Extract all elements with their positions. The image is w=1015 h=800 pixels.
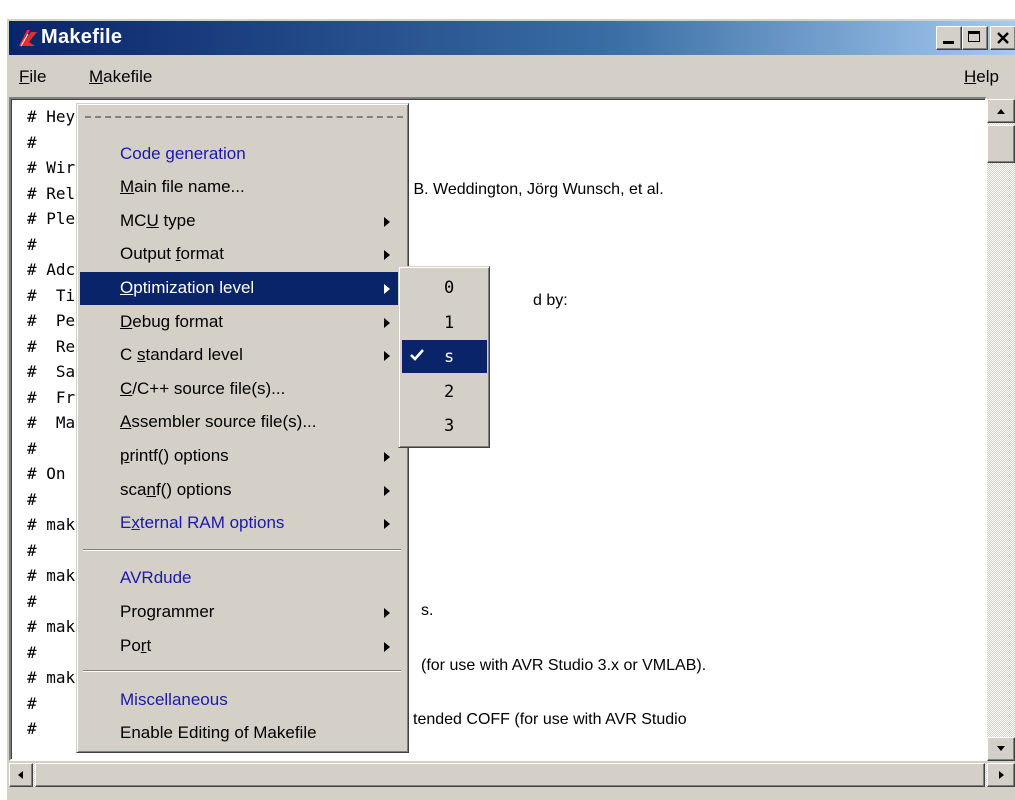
text-line: # bbox=[27, 489, 37, 509]
close-icon bbox=[997, 32, 1009, 44]
text-line: # bbox=[27, 540, 37, 560]
arrow-down-icon bbox=[997, 746, 1005, 751]
optimization-option-0[interactable]: 0 bbox=[402, 271, 487, 304]
menu-header-miscellaneous: Miscellaneous bbox=[120, 690, 228, 709]
scroll-right-button[interactable] bbox=[987, 763, 1015, 787]
menu-item-assembler-source-files[interactable]: Assembler source file(s)... bbox=[80, 406, 405, 439]
optimization-option-3[interactable]: 3 bbox=[402, 409, 487, 442]
vertical-scrollbar[interactable] bbox=[987, 99, 1015, 761]
text-fragment: c B. Weddington, Jörg Wunsch, et al. bbox=[401, 181, 664, 198]
arrow-right-icon bbox=[999, 771, 1004, 779]
menu-makefile[interactable]: Makefile bbox=[89, 67, 152, 87]
text-line: # Sa bbox=[27, 362, 76, 381]
text-line: # Pe bbox=[27, 311, 76, 330]
scroll-left-button[interactable] bbox=[9, 763, 33, 787]
menu-item-optimization-level[interactable]: Optimization level bbox=[80, 272, 405, 305]
text-line: # Wir bbox=[27, 158, 76, 177]
menu-separator bbox=[83, 670, 401, 672]
menu-bar: File Makefile Help bbox=[9, 59, 1015, 93]
text-line: # Ma bbox=[27, 413, 76, 432]
submenu-arrow-icon bbox=[384, 608, 390, 618]
text-line: # bbox=[27, 591, 37, 611]
submenu-arrow-icon bbox=[384, 318, 390, 328]
title-bar[interactable]: Makefile bbox=[9, 21, 1015, 55]
vertical-scroll-thumb[interactable] bbox=[987, 125, 1015, 163]
optimization-option-s[interactable]: s bbox=[402, 340, 487, 373]
text-line: # bbox=[27, 234, 37, 254]
submenu-arrow-icon bbox=[384, 250, 390, 260]
window-bottom-edge bbox=[9, 789, 1015, 800]
maximize-button[interactable] bbox=[962, 26, 988, 50]
text-line: # Re bbox=[27, 336, 76, 356]
makefile-menu: Code generation Main file name... MCU ty… bbox=[76, 103, 409, 753]
text-line: # Rel bbox=[27, 183, 76, 203]
optimization-option-1[interactable]: 1 bbox=[402, 306, 487, 339]
window-title: Makefile bbox=[41, 26, 123, 48]
arrow-left-icon bbox=[18, 771, 23, 779]
submenu-arrow-icon bbox=[384, 217, 390, 227]
menu-tearoff-line[interactable] bbox=[85, 116, 403, 118]
text-line: # Hey bbox=[27, 107, 76, 126]
horizontal-scrollbar[interactable] bbox=[9, 763, 987, 787]
submenu-arrow-icon bbox=[384, 351, 390, 361]
menu-separator bbox=[83, 549, 401, 551]
text-line: # On bbox=[27, 464, 66, 483]
menu-help[interactable]: Help bbox=[964, 67, 999, 87]
menu-item-debug-format[interactable]: Debug format bbox=[80, 306, 405, 339]
text-line: # mak bbox=[27, 617, 76, 636]
tk-feather-icon bbox=[19, 30, 37, 47]
text-fragment: tended COFF (for use with AVR Studio bbox=[413, 711, 687, 728]
menu-item-enable-editing[interactable]: Enable Editing of Makefile bbox=[80, 717, 405, 750]
text-line: # bbox=[27, 132, 37, 152]
text-line: # Ple bbox=[27, 209, 76, 228]
text-line: # bbox=[27, 693, 37, 713]
text-line: # bbox=[27, 642, 37, 662]
text-line: # bbox=[27, 719, 37, 738]
menu-item-output-format[interactable]: Output format bbox=[80, 238, 405, 271]
menu-file[interactable]: File bbox=[19, 67, 46, 87]
text-fragment: s. bbox=[421, 602, 434, 619]
close-button[interactable] bbox=[990, 26, 1015, 50]
checkmark-icon bbox=[410, 349, 424, 361]
minimize-button[interactable] bbox=[936, 26, 962, 50]
submenu-arrow-icon bbox=[384, 486, 390, 496]
horizontal-scroll-thumb[interactable] bbox=[35, 763, 985, 787]
scroll-up-button[interactable] bbox=[987, 99, 1015, 123]
menu-item-c-cpp-source-files[interactable]: C/C++ source file(s)... bbox=[80, 373, 405, 406]
text-line: # mak bbox=[27, 515, 76, 534]
submenu-arrow-icon bbox=[384, 452, 390, 462]
submenu-arrow-icon bbox=[384, 519, 390, 529]
submenu-arrow-icon bbox=[384, 284, 390, 294]
menu-item-mcu-type[interactable]: MCU type bbox=[80, 205, 405, 238]
optimization-level-submenu: 0 1 s 2 3 bbox=[398, 266, 490, 448]
text-fragment: (for use with AVR Studio 3.x or VMLAB). bbox=[421, 657, 707, 674]
text-line: # mak bbox=[27, 668, 76, 687]
menu-item-printf-options[interactable]: printf() options bbox=[80, 440, 405, 473]
menu-item-external-ram-options[interactable]: External RAM options bbox=[80, 507, 405, 540]
menu-header-avrdude: AVRdude bbox=[120, 568, 192, 587]
submenu-arrow-icon bbox=[384, 642, 390, 652]
text-line: # mak bbox=[27, 566, 76, 585]
text-fragment: d by: bbox=[533, 292, 568, 309]
menu-item-c-standard-level[interactable]: C standard level bbox=[80, 339, 405, 372]
menu-item-main-file-name[interactable]: Main file name... bbox=[80, 171, 405, 204]
menu-header-code-generation: Code generation bbox=[120, 144, 246, 163]
optimization-option-2[interactable]: 2 bbox=[402, 375, 487, 408]
scroll-down-button[interactable] bbox=[987, 737, 1015, 761]
text-line: # Adc bbox=[27, 260, 76, 279]
menu-item-programmer[interactable]: Programmer bbox=[80, 596, 405, 629]
arrow-up-icon bbox=[997, 109, 1005, 114]
menu-item-port[interactable]: Port bbox=[80, 630, 405, 663]
text-line: # bbox=[27, 438, 37, 458]
menu-item-scanf-options[interactable]: scanf() options bbox=[80, 474, 405, 507]
